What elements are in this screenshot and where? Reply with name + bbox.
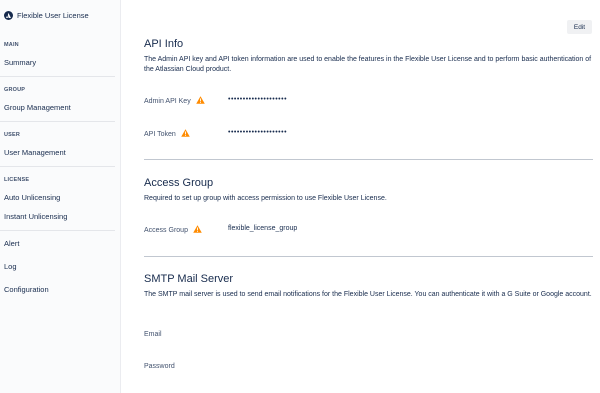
admin-api-key-label-text: Admin API Key xyxy=(144,97,191,105)
access-group-title: Access Group xyxy=(144,177,214,189)
sidebar-item-group-management[interactable]: Group Management xyxy=(4,103,71,112)
app-name: Flexible User License xyxy=(17,11,89,20)
sidebar-item-auto-unlicensing[interactable]: Auto Unlicensing xyxy=(4,193,60,202)
api-token-label-text: API Token xyxy=(144,130,176,138)
sidebar-item-user-management[interactable]: User Management xyxy=(4,148,66,157)
api-token-label: API Token xyxy=(144,129,190,139)
warning-triangle-icon xyxy=(195,96,205,106)
password-label: Password xyxy=(144,363,175,370)
sidebar-item-alert[interactable]: Alert xyxy=(4,239,19,248)
sidebar-item-instant-unlicensing[interactable]: Instant Unlicensing xyxy=(4,212,67,221)
sidebar-item-summary[interactable]: Summary xyxy=(4,58,36,67)
access-group-label-text: Access Group xyxy=(144,226,188,234)
access-group-description: Required to set up group with access per… xyxy=(144,195,387,202)
section-title-user: USER xyxy=(4,132,21,138)
access-group-value: flexible_license_group xyxy=(228,225,298,232)
sidebar-item-configuration[interactable]: Configuration xyxy=(4,285,49,294)
edit-button[interactable]: Edit xyxy=(567,20,592,34)
section-divider xyxy=(144,159,593,160)
atlassian-logo-icon xyxy=(4,11,13,20)
section-title-main: MAIN xyxy=(4,42,19,48)
sidebar-divider xyxy=(0,121,115,122)
sidebar-divider xyxy=(0,76,115,77)
api-info-description: The Admin API key and API token informat… xyxy=(144,56,592,73)
smtp-description: The SMTP mail server is used to send ema… xyxy=(144,291,592,298)
api-info-title: API Info xyxy=(144,38,184,50)
sidebar: Flexible User License MAIN Summary GROUP… xyxy=(0,0,121,393)
section-title-license: LICENSE xyxy=(4,177,30,183)
app-brand[interactable]: Flexible User License xyxy=(4,11,89,20)
sidebar-divider xyxy=(0,166,115,167)
sidebar-divider xyxy=(0,230,115,231)
section-divider xyxy=(144,256,593,257)
sidebar-item-log[interactable]: Log xyxy=(4,262,17,271)
warning-triangle-icon xyxy=(193,225,202,235)
access-group-label: Access Group xyxy=(144,225,202,235)
api-token-value: •••••••••••••••••••• xyxy=(228,129,288,136)
smtp-title: SMTP Mail Server xyxy=(144,273,234,285)
admin-api-key-label: Admin API Key xyxy=(144,96,205,106)
admin-api-key-value: •••••••••••••••••••• xyxy=(228,96,288,103)
warning-triangle-icon xyxy=(181,129,190,139)
email-label: Email xyxy=(144,331,162,338)
main-content: Edit API Info The Admin API key and API … xyxy=(121,0,600,393)
section-title-group: GROUP xyxy=(4,87,26,93)
